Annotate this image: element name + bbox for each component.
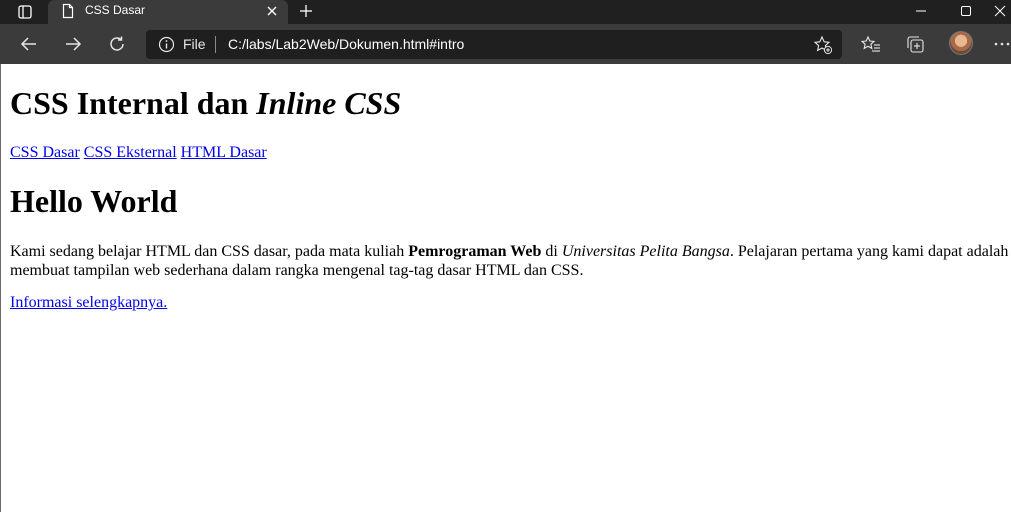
collections-button[interactable] (903, 32, 927, 56)
heading-italic-text: Inline CSS (256, 85, 402, 121)
more-options-button[interactable] (992, 32, 1011, 56)
address-bar[interactable]: File C:/labs/Lab2Web/Dokumen.html#intro (146, 30, 842, 59)
page-heading: CSS Internal dan Inline CSS (10, 85, 401, 122)
url-text[interactable]: C:/labs/Lab2Web/Dokumen.html#intro (228, 36, 464, 52)
refresh-button[interactable] (105, 32, 129, 56)
tab-css-dasar[interactable]: CSS Dasar (48, 0, 288, 24)
paragraph-text-1: Kami sedang belajar HTML dan CSS dasar, … (10, 243, 409, 260)
address-separator (215, 36, 216, 53)
nav-link-css-eksternal[interactable]: CSS Eksternal (84, 144, 177, 161)
refresh-icon (110, 36, 124, 51)
tab-title: CSS Dasar (85, 3, 146, 17)
add-favorite-icon[interactable] (813, 35, 833, 55)
arrow-left-icon (20, 37, 36, 51)
page-content: CSS Internal dan Inline CSS CSS Dasar CS… (0, 64, 1011, 512)
paragraph-text-2: di (541, 243, 562, 260)
browser-toolbar: File C:/labs/Lab2Web/Dokumen.html#intro (0, 24, 1011, 64)
profile-avatar[interactable] (949, 31, 973, 55)
close-window-button[interactable] (988, 0, 1011, 22)
hello-heading: Hello World (10, 183, 178, 219)
back-button[interactable] (17, 32, 41, 56)
page-nav: CSS Dasar CSS Eksternal HTML Dasar (10, 144, 267, 162)
close-tab-icon[interactable] (264, 3, 280, 19)
minimize-button[interactable] (898, 0, 944, 22)
favorites-list-icon (861, 35, 880, 52)
minimize-icon (916, 10, 926, 12)
more-info-link[interactable]: Informasi selengkapnya. (10, 294, 167, 312)
more-dots-icon (994, 42, 1009, 46)
nav-link-css-dasar[interactable]: CSS Dasar (10, 144, 80, 161)
maximize-icon (961, 6, 971, 16)
info-icon[interactable] (158, 36, 175, 53)
page-icon (62, 3, 74, 19)
paragraph-bold-text: Pemrograman Web (408, 243, 542, 260)
arrow-right-icon (66, 37, 82, 51)
tab-actions-button[interactable] (0, 0, 50, 24)
close-icon (994, 5, 1005, 17)
nav-link-html-dasar[interactable]: HTML Dasar (181, 144, 267, 161)
plus-icon (300, 5, 312, 17)
paragraph-italic-text: Universitas Pelita Bangsa (561, 243, 730, 260)
collections-icon (907, 36, 924, 53)
tab-actions-icon (18, 5, 32, 19)
intro-paragraph: Kami sedang belajar HTML dan CSS dasar, … (10, 242, 1010, 280)
scheme-label: File (183, 36, 206, 52)
heading-text: CSS Internal dan (10, 85, 257, 121)
forward-button[interactable] (61, 32, 85, 56)
maximize-button[interactable] (943, 0, 989, 22)
title-bar: CSS Dasar (0, 0, 1011, 24)
new-tab-button[interactable] (294, 0, 318, 22)
favorites-button[interactable] (859, 32, 883, 56)
